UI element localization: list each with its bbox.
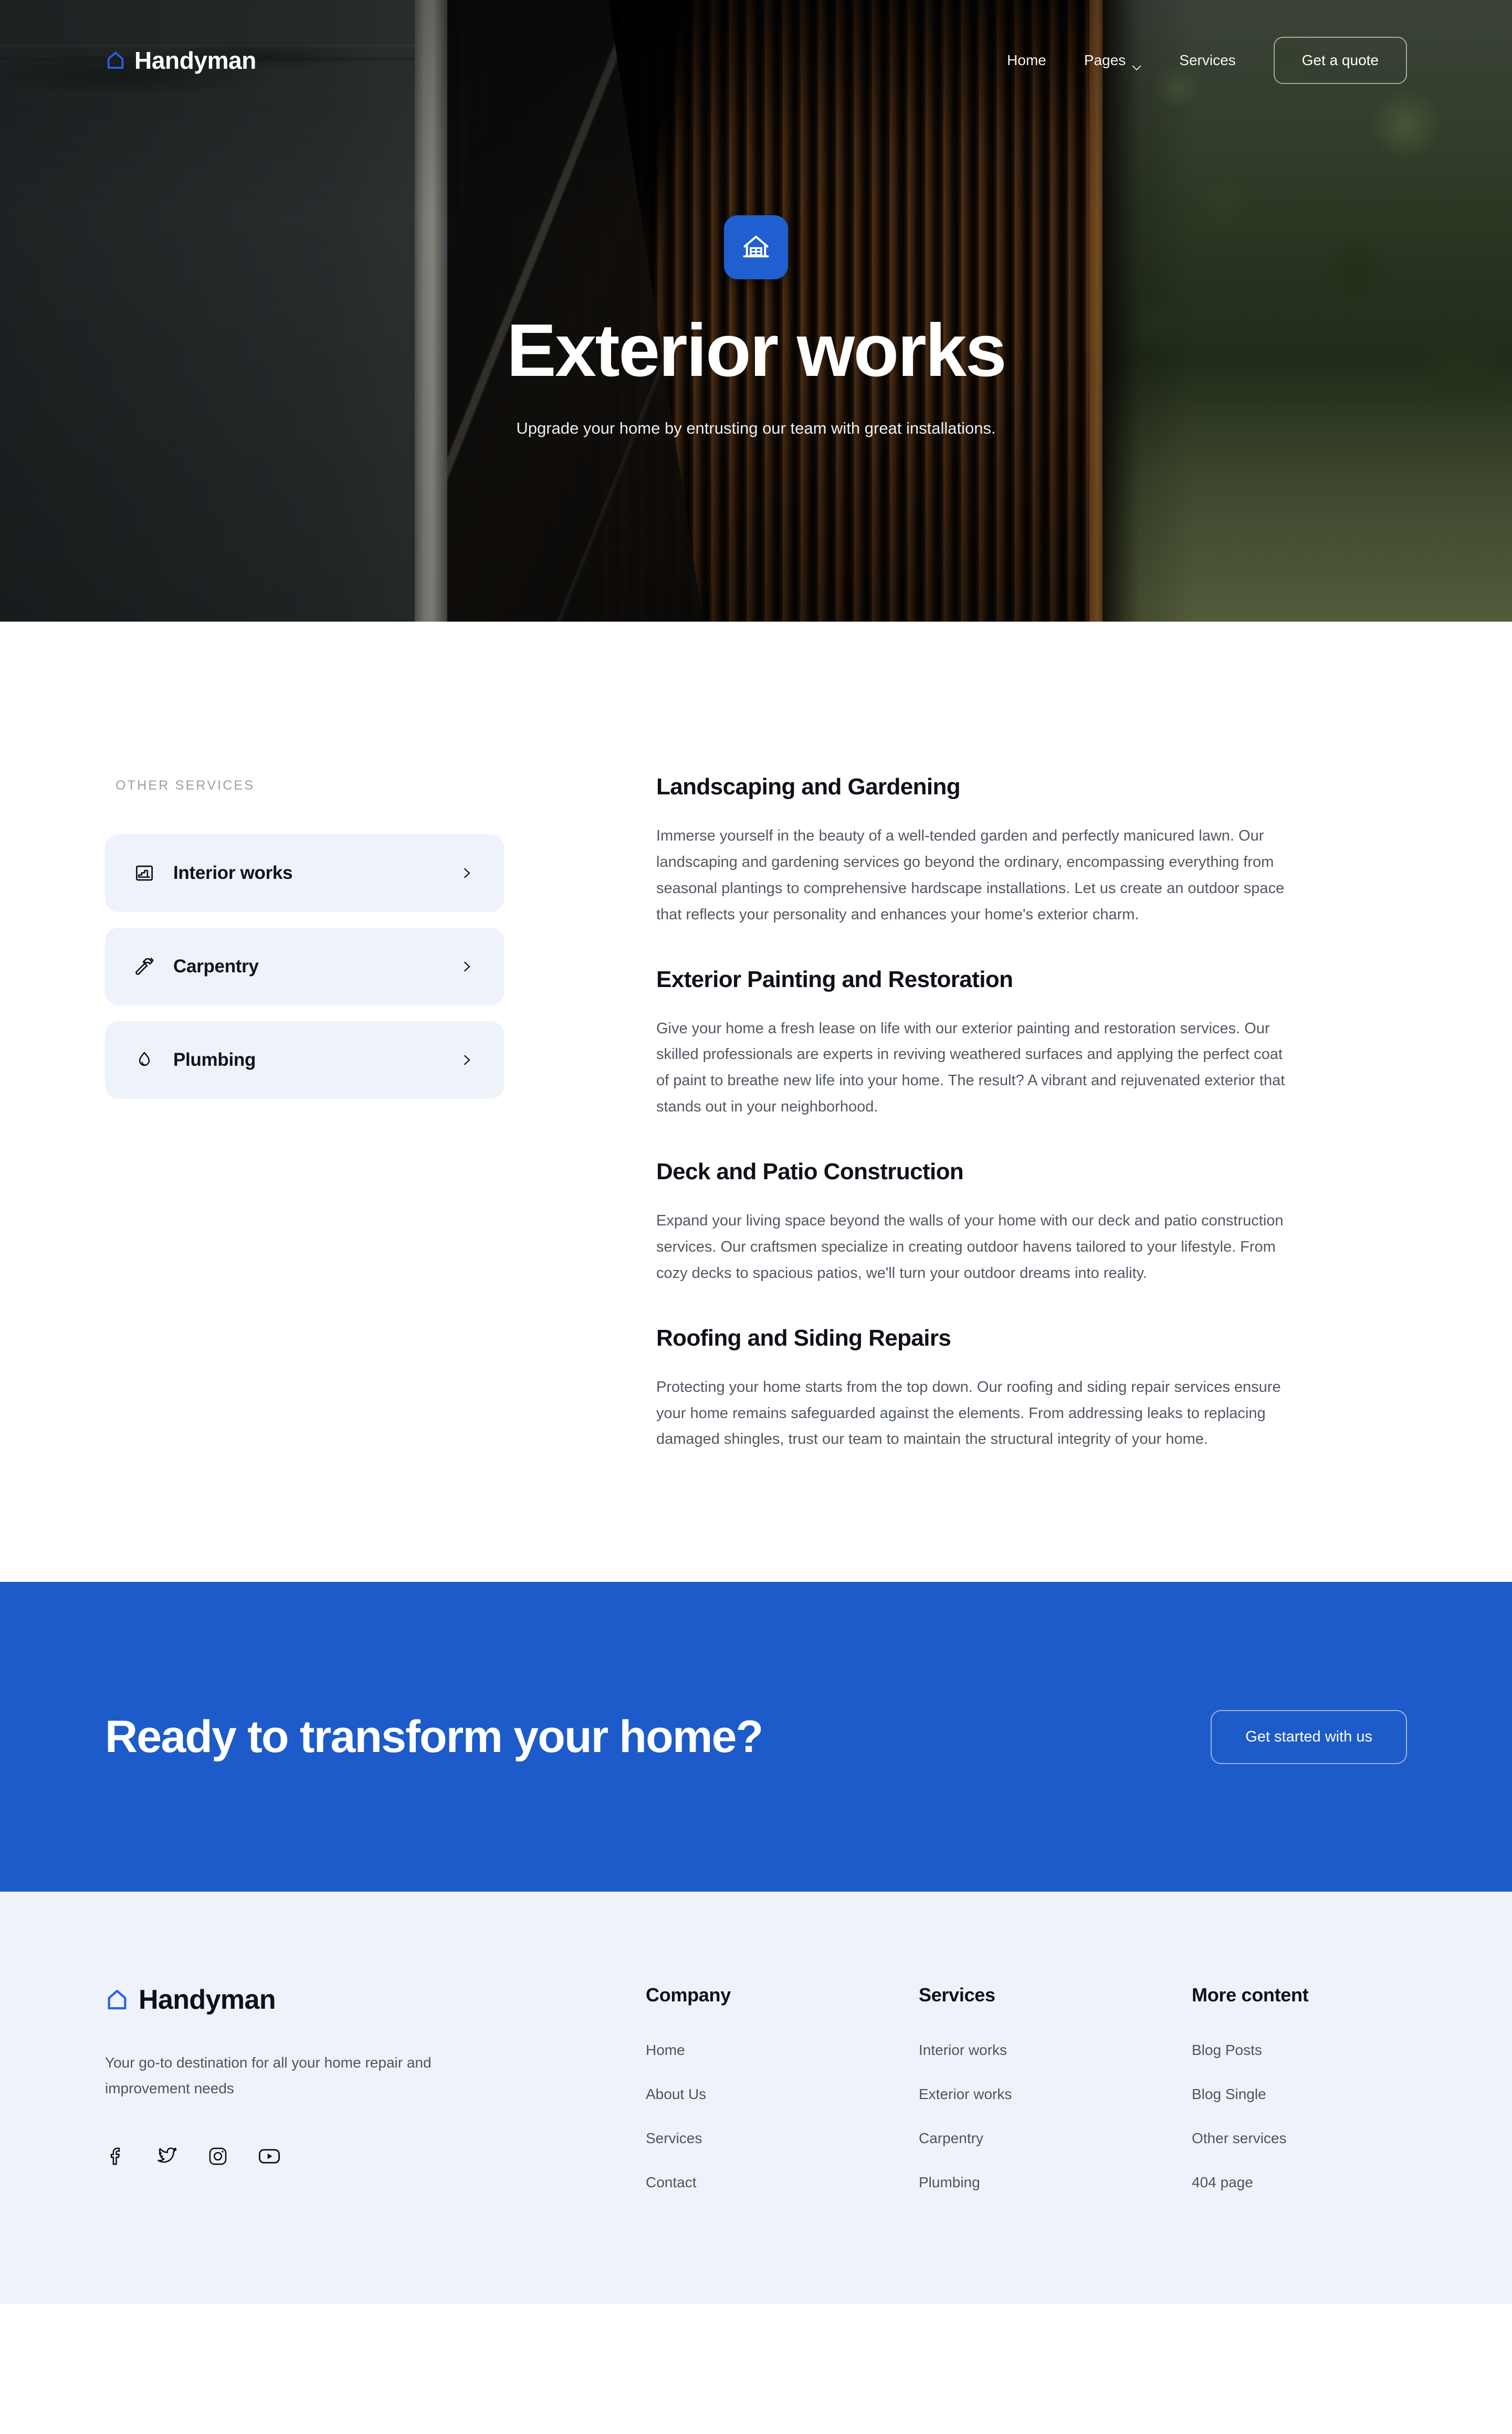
footer-link[interactable]: Services: [646, 2130, 919, 2147]
sidebar-item-label: Carpentry: [173, 956, 259, 977]
sidebar-label: OTHER SERVICES: [116, 778, 255, 793]
instagram-icon[interactable]: [207, 2145, 229, 2167]
youtube-icon[interactable]: [257, 2144, 281, 2168]
top-navbar: Handyman Home Pages Services Get a quote: [0, 0, 1512, 121]
chevron-right-icon: [459, 959, 475, 974]
section-paragraph: Expand your living space beyond the wall…: [656, 1212, 1284, 1282]
footer-brand-column: Handyman Your go-to destination for all …: [105, 1984, 646, 2304]
footer-brand-name: Handyman: [139, 1985, 276, 2016]
sidebar-item-plumbing[interactable]: Plumbing: [105, 1021, 504, 1099]
footer-column-title: Company: [646, 1984, 731, 2006]
footer-link[interactable]: Exterior works: [919, 2086, 1192, 2103]
hero-section: Handyman Home Pages Services Get a quote…: [0, 0, 1512, 622]
footer-link[interactable]: Contact: [646, 2174, 919, 2191]
nav-item-label: Services: [1179, 52, 1236, 68]
chevron-right-icon: [459, 1052, 475, 1068]
footer-tagline: Your go-to destination for all your home…: [105, 2054, 432, 2096]
footer-link[interactable]: 404 page: [1192, 2174, 1465, 2191]
sidebar-item-interior-works[interactable]: Interior works: [105, 834, 504, 912]
page-title: Exterior works: [506, 308, 1007, 392]
section-heading: Landscaping and Gardening: [656, 774, 961, 800]
footer-social-links: [105, 2144, 646, 2168]
footer-column-services: Services Interior works Exterior works C…: [919, 1984, 1192, 2304]
sidebar-item-label: Interior works: [173, 863, 293, 883]
footer-column-company: Company Home About Us Services Contact: [646, 1984, 919, 2304]
facebook-icon[interactable]: [105, 2145, 127, 2167]
footer-column-more-content: More content Blog Posts Blog Single Othe…: [1192, 1984, 1465, 2304]
brand-logo[interactable]: Handyman: [105, 46, 256, 75]
brand-name: Handyman: [134, 47, 256, 74]
footer-link[interactable]: About Us: [646, 2086, 919, 2103]
footer-link[interactable]: Plumbing: [919, 2174, 1192, 2191]
house-outline-icon: [105, 50, 126, 71]
twitter-icon[interactable]: [155, 2145, 178, 2168]
stairs-icon: [132, 861, 156, 885]
sidebar-item-carpentry[interactable]: Carpentry: [105, 928, 504, 1005]
hammer-icon: [132, 954, 156, 979]
nav-item-label: Pages: [1084, 52, 1126, 68]
section-heading: Roofing and Siding Repairs: [656, 1325, 951, 1351]
nav-item-services[interactable]: Services: [1160, 52, 1254, 69]
site-footer: Handyman Your go-to destination for all …: [0, 1892, 1512, 2305]
nav-links: Home Pages Services Get a quote: [988, 37, 1407, 84]
nav-item-pages[interactable]: Pages: [1065, 52, 1160, 70]
footer-link[interactable]: Interior works: [919, 2042, 1192, 2059]
other-services-sidebar: OTHER SERVICES Interior works Carpentry …: [105, 774, 504, 1115]
footer-link[interactable]: Other services: [1192, 2130, 1465, 2147]
house-outline-icon: [105, 1988, 129, 2012]
chevron-down-icon: [1132, 58, 1141, 70]
cta-banner: Ready to transform your home? Get starte…: [0, 1582, 1512, 1892]
sidebar-item-label: Plumbing: [173, 1050, 256, 1070]
get-a-quote-button[interactable]: Get a quote: [1273, 37, 1407, 84]
footer-link[interactable]: Blog Single: [1192, 2086, 1465, 2103]
service-content-column: Landscaping and Gardening Immerse yourse…: [504, 774, 1407, 1453]
cta-title: Ready to transform your home?: [105, 1711, 763, 1762]
water-drop-icon: [132, 1048, 156, 1072]
nav-item-home[interactable]: Home: [988, 52, 1065, 69]
get-started-button[interactable]: Get started with us: [1211, 1709, 1407, 1764]
hero-subtitle: Upgrade your home by entrusting our team…: [516, 419, 996, 438]
section-paragraph: Give your home a fresh lease on life wit…: [656, 1020, 1285, 1116]
house-garage-icon: [724, 215, 788, 279]
nav-item-label: Home: [1007, 52, 1046, 68]
footer-column-title: More content: [1192, 1984, 1309, 2006]
content-bottom-spacer: [0, 1453, 1512, 1582]
service-detail-section: OTHER SERVICES Interior works Carpentry …: [0, 622, 1512, 1453]
section-heading: Deck and Patio Construction: [656, 1159, 964, 1184]
footer-logo[interactable]: Handyman: [105, 1984, 646, 2016]
footer-link[interactable]: Home: [646, 2042, 919, 2059]
footer-link[interactable]: Carpentry: [919, 2130, 1192, 2147]
section-paragraph: Immerse yourself in the beauty of a well…: [656, 827, 1285, 923]
footer-column-title: Services: [919, 1984, 995, 2006]
section-heading: Exterior Painting and Restoration: [656, 966, 1013, 992]
section-paragraph: Protecting your home starts from the top…: [656, 1378, 1281, 1448]
footer-link[interactable]: Blog Posts: [1192, 2042, 1465, 2059]
chevron-right-icon: [459, 865, 475, 881]
